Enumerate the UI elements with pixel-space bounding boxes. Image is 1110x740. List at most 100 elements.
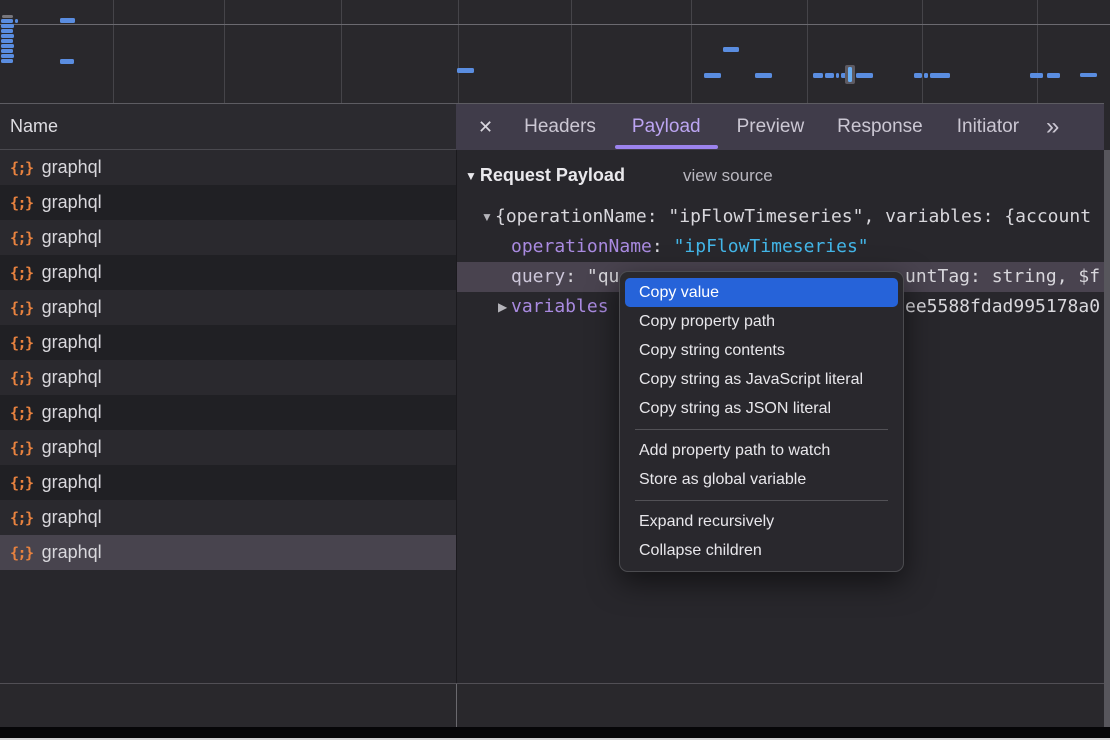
- waterfall-bar: [2, 15, 13, 18]
- json-key: operationName: [511, 236, 652, 257]
- waterfall-bar: [825, 73, 834, 78]
- detail-tab-bar: ✕ Headers Payload Preview Response Initi…: [456, 103, 1104, 150]
- expand-triangle-icon[interactable]: ▶: [498, 292, 507, 322]
- request-payload-section-header[interactable]: ▼ Request Payload view source: [465, 165, 1104, 186]
- close-icon[interactable]: ✕: [478, 117, 493, 138]
- json-icon: {;}: [10, 474, 33, 492]
- menu-separator: [635, 500, 888, 501]
- grid-line: [458, 0, 459, 103]
- view-source-link[interactable]: view source: [683, 166, 773, 186]
- network-overview-strip[interactable]: [0, 0, 1110, 103]
- request-name: graphql: [42, 262, 102, 283]
- collapse-triangle-icon[interactable]: ▼: [465, 169, 477, 183]
- json-icon: {;}: [10, 264, 33, 282]
- json-string-value: "ipFlowTimeseries": [674, 236, 869, 257]
- panel-divider[interactable]: [456, 684, 457, 727]
- waterfall-bar: [60, 18, 75, 23]
- request-name: graphql: [42, 437, 102, 458]
- request-name: graphql: [42, 402, 102, 423]
- tree-row-operation-name[interactable]: operationName: "ipFlowTimeseries": [457, 232, 1104, 262]
- colon: :: [652, 236, 674, 257]
- grid-line: [0, 24, 1110, 25]
- request-name: graphql: [42, 227, 102, 248]
- name-column-header[interactable]: Name: [0, 103, 456, 150]
- json-icon: {;}: [10, 159, 33, 177]
- menu-item-copy-property-path[interactable]: Copy property path: [625, 307, 898, 336]
- tab-payload[interactable]: Payload: [632, 104, 701, 150]
- request-row[interactable]: {;}graphql: [0, 500, 456, 535]
- waterfall-bar: [813, 73, 823, 78]
- request-row[interactable]: {;} graphql: [0, 150, 456, 185]
- waterfall-bar: [457, 68, 474, 73]
- waterfall-bar: [1, 39, 13, 43]
- waterfall-bar: [60, 59, 74, 64]
- request-name: graphql: [42, 472, 102, 493]
- query-continuation: untTag: string, $f: [905, 262, 1100, 292]
- grid-line: [1037, 0, 1038, 103]
- menu-item-collapse-children[interactable]: Collapse children: [625, 536, 898, 565]
- bottom-divider: [0, 683, 1104, 684]
- request-row-selected[interactable]: {;} graphql: [0, 535, 456, 570]
- json-string-start: "qu: [587, 266, 620, 287]
- menu-item-copy-value[interactable]: Copy value: [625, 278, 898, 307]
- waterfall-bar: [1, 24, 14, 28]
- request-row[interactable]: {;} graphql: [0, 325, 456, 360]
- waterfall-bar: [914, 73, 922, 78]
- waterfall-bar: [1080, 73, 1097, 77]
- waterfall-bar: [1, 59, 13, 63]
- tree-row-root[interactable]: ▼ {operationName: "ipFlowTimeseries", va…: [457, 202, 1104, 232]
- json-icon: {;}: [10, 544, 33, 562]
- object-preview: {operationName: "ipFlowTimeseries", vari…: [495, 202, 1091, 232]
- json-icon: {;}: [10, 334, 33, 352]
- json-icon: {;}: [10, 439, 33, 457]
- request-row[interactable]: {;}graphql: [0, 290, 456, 325]
- waterfall-bar: [1, 49, 13, 53]
- menu-item-copy-string-js-literal[interactable]: Copy string as JavaScript literal: [625, 365, 898, 394]
- operation-name-entry: operationName: "ipFlowTimeseries": [511, 232, 869, 262]
- expand-triangle-icon[interactable]: ▼: [481, 202, 493, 232]
- request-name: graphql: [42, 367, 102, 388]
- request-name: graphql: [42, 192, 102, 213]
- request-name: graphql: [42, 332, 102, 353]
- colon: :: [565, 266, 587, 287]
- request-row[interactable]: {;} graphql: [0, 465, 456, 500]
- query-entry: query: "qu: [511, 262, 619, 292]
- waterfall-bar: [1, 34, 14, 38]
- request-row[interactable]: {;} graphql: [0, 220, 456, 255]
- request-row[interactable]: {;} graphql: [0, 185, 456, 220]
- request-row[interactable]: {;} graphql: [0, 395, 456, 430]
- request-row[interactable]: {;} graphql: [0, 430, 456, 465]
- tab-response[interactable]: Response: [837, 104, 923, 150]
- menu-item-add-property-path-to-watch[interactable]: Add property path to watch: [625, 436, 898, 465]
- menu-item-store-as-global-variable[interactable]: Store as global variable: [625, 465, 898, 494]
- request-name: graphql: [42, 542, 102, 563]
- json-icon: {;}: [10, 299, 33, 317]
- more-tabs-icon[interactable]: »: [1046, 115, 1059, 139]
- request-name: graphql: [42, 157, 102, 178]
- waterfall-bar: [856, 73, 873, 78]
- tab-preview[interactable]: Preview: [737, 104, 805, 150]
- json-icon: {;}: [10, 509, 33, 527]
- grid-line: [341, 0, 342, 103]
- section-title: Request Payload: [480, 165, 625, 186]
- tab-headers[interactable]: Headers: [524, 104, 596, 150]
- request-list: {;} graphql {;} graphql {;} graphql {;} grap…: [0, 150, 456, 683]
- grid-line: [922, 0, 923, 103]
- waterfall-bar: [924, 73, 928, 78]
- tab-initiator[interactable]: Initiator: [957, 104, 1019, 150]
- menu-item-copy-string-json-literal[interactable]: Copy string as JSON literal: [625, 394, 898, 423]
- grid-line: [691, 0, 692, 103]
- waterfall-bar: [1, 19, 13, 23]
- waterfall-bar: [755, 73, 772, 78]
- grid-line: [807, 0, 808, 103]
- grid-line: [571, 0, 572, 103]
- json-icon: {;}: [10, 229, 33, 247]
- menu-item-copy-string-contents[interactable]: Copy string contents: [625, 336, 898, 365]
- request-row[interactable]: {;} graphql: [0, 255, 456, 290]
- json-icon: {;}: [10, 404, 33, 422]
- right-edge-strip: [1104, 150, 1110, 727]
- request-row[interactable]: {;} graphql: [0, 360, 456, 395]
- json-icon: {;}: [10, 194, 33, 212]
- json-icon: {;}: [10, 369, 33, 387]
- menu-item-expand-recursively[interactable]: Expand recursively: [625, 507, 898, 536]
